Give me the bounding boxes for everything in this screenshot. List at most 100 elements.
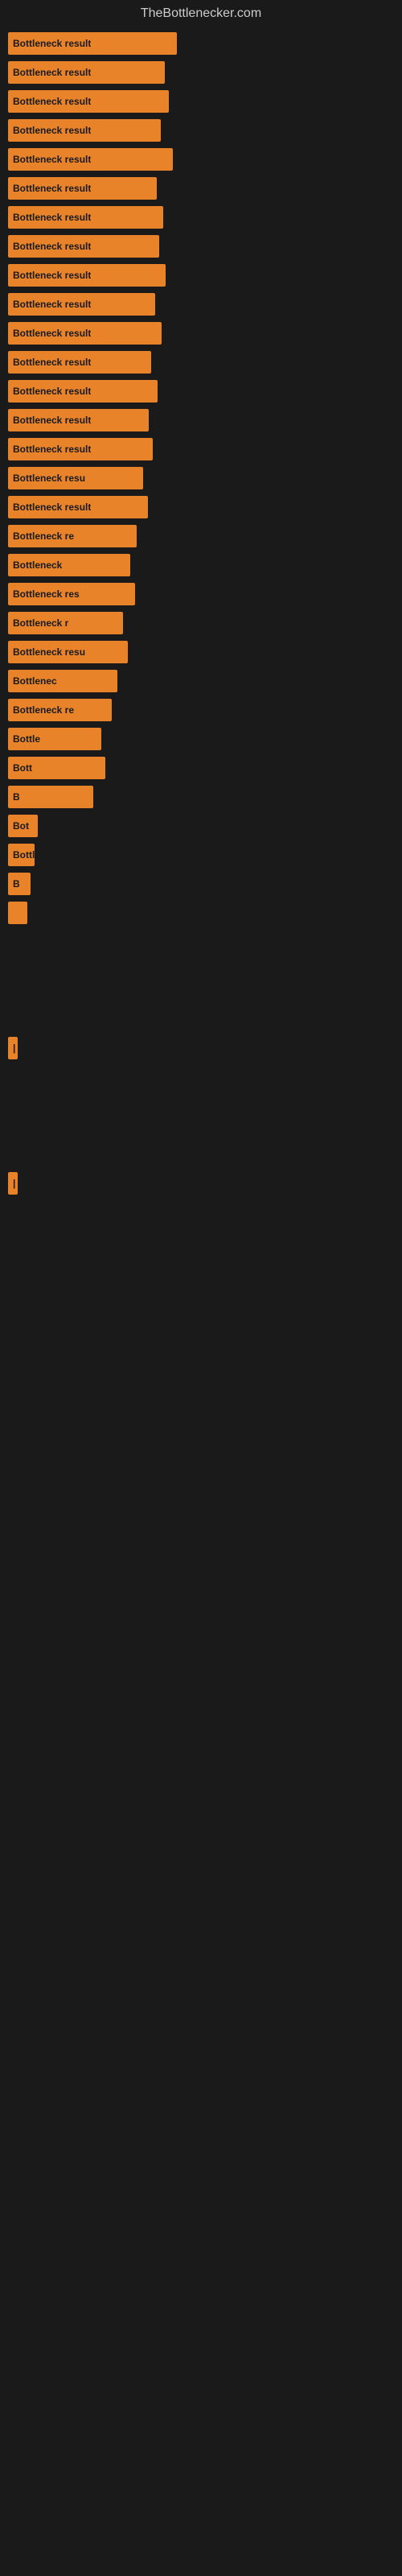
bar-row [0,931,402,960]
bar-row: Bottleneck result [0,293,402,316]
bar-row: Bottleneck result [0,148,402,171]
result-bar: Bottleneck result [8,90,169,113]
result-bar: Bottleneck r [8,612,123,634]
bar-row: Bottleneck resu [0,641,402,663]
result-bar: Bottleneck re [8,699,112,721]
bar-row: | [0,1037,402,1059]
result-bar: Bottleneck result [8,206,163,229]
bar-label: Bottleneck result [13,444,91,455]
site-title-container: TheBottlenecker.com [0,0,402,24]
bar-row: Bottleneck result [0,438,402,460]
result-bar: | [8,1172,18,1195]
bar-row: Bottle [0,728,402,750]
result-bar: Bottleneck result [8,438,153,460]
bar-row [0,1101,402,1130]
bars-container: Bottleneck result Bottleneck result Bottle… [0,24,402,1195]
bar-label: Bottleneck result [13,241,91,252]
bar-row [0,902,402,924]
result-bar: Bottleneck result [8,32,177,55]
bar-label: Bottleneck result [13,502,91,513]
result-bar: Bottleneck res [8,583,135,605]
result-bar: Bottleneck result [8,322,162,345]
bar-label: B [13,791,20,803]
result-bar: Bottlen [8,844,35,866]
result-bar: Bott [8,757,105,779]
bar-row: Bottleneck re [0,525,402,547]
bar-row: Bottleneck result [0,177,402,200]
bar-row: Bottleneck result [0,206,402,229]
result-bar: Bottleneck result [8,177,157,200]
bar-row [0,966,402,995]
bar-row: Bott [0,757,402,779]
bar-label: Bottleneck result [13,183,91,194]
bar-row: Bottlen [0,844,402,866]
bar-row: Bottleneck [0,554,402,576]
bar-label: Bottlenec [13,675,57,687]
bar-row: Bottleneck result [0,119,402,142]
bar-label: Bottleneck result [13,212,91,223]
bar-label: | [13,1042,15,1054]
result-bar: Bottlenec [8,670,117,692]
result-bar: Bottleneck resu [8,641,128,663]
bar-row: Bottleneck res [0,583,402,605]
bar-label: B [13,878,20,890]
result-bar: Bottleneck result [8,409,149,431]
result-bar: Bottleneck resu [8,467,143,489]
bar-row [0,1066,402,1095]
bar-label: Bottleneck result [13,67,91,78]
bar-row: Bottleneck result [0,322,402,345]
bar-row: Bottleneck result [0,409,402,431]
bar-row: Bottleneck re [0,699,402,721]
bar-label: Bottleneck result [13,328,91,339]
bar-label: Bottleneck re [13,530,74,542]
bar-label: Bottleneck result [13,386,91,397]
bar-label: Bottleneck resu [13,646,85,658]
bar-row: Bottleneck r [0,612,402,634]
bar-label: Bottleneck result [13,270,91,281]
bar-row: Bottleneck result [0,380,402,402]
result-bar: Bottleneck result [8,264,166,287]
bar-row: Bottleneck result [0,90,402,113]
result-bar: Bottleneck result [8,293,155,316]
bar-label: Bottleneck result [13,299,91,310]
result-bar: Bottleneck result [8,148,173,171]
bar-label: Bottlen [13,849,35,861]
bar-label: Bottleneck result [13,125,91,136]
bar-label: Bottleneck result [13,154,91,165]
result-bar: B [8,786,93,808]
bar-row: Bottleneck result [0,235,402,258]
bar-label: Bottleneck re [13,704,74,716]
bar-row: B [0,786,402,808]
bar-label: Bottleneck result [13,415,91,426]
bar-label: Bottleneck r [13,617,68,629]
result-bar [8,902,27,924]
bar-row [0,1137,402,1166]
bar-label: Bottleneck result [13,38,91,49]
result-bar: B [8,873,31,895]
bar-label: Bottleneck [13,559,62,571]
bar-label: Bottleneck result [13,96,91,107]
result-bar: Bottleneck [8,554,130,576]
result-bar: Bottleneck re [8,525,137,547]
bar-label: Bottleneck resu [13,473,85,484]
site-title: TheBottlenecker.com [0,0,402,24]
bar-label: | [13,1178,15,1189]
bar-row: Bottleneck result [0,264,402,287]
bar-row: Bot [0,815,402,837]
bar-label: Bottle [13,733,40,745]
bar-row: Bottleneck result [0,61,402,84]
bar-label: Bottleneck result [13,357,91,368]
result-bar: | [8,1037,18,1059]
result-bar: Bottleneck result [8,235,159,258]
bar-row: | [0,1172,402,1195]
bar-label: Bottleneck res [13,588,80,600]
bar-label: Bot [13,820,29,832]
bar-label: Bott [13,762,32,774]
bar-row: Bottleneck resu [0,467,402,489]
bar-row: Bottleneck result [0,351,402,374]
result-bar: Bottle [8,728,101,750]
result-bar: Bottleneck result [8,496,148,518]
bar-row: Bottlenec [0,670,402,692]
result-bar: Bottleneck result [8,61,165,84]
result-bar: Bottleneck result [8,380,158,402]
